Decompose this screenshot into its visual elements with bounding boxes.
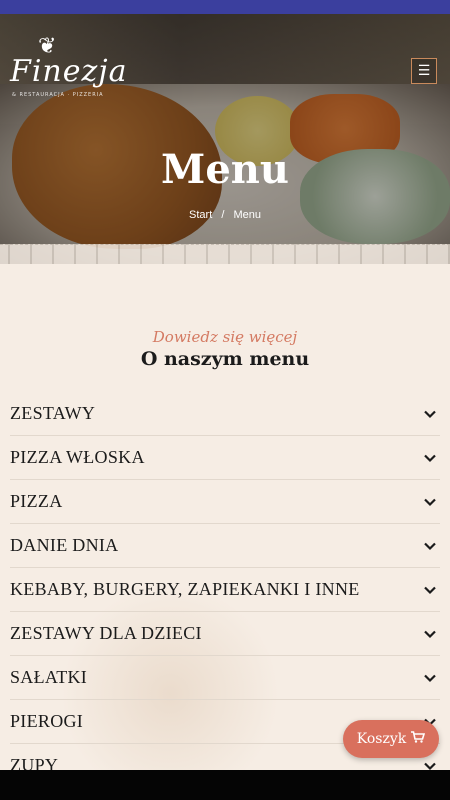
site-logo[interactable]: ❦ Finezja & RESTAURACJA · PIZZERIA [8,30,126,105]
accordion-item-pizza-wloska[interactable]: PIZZA WŁOSKA [10,436,440,480]
cart-icon [411,731,426,747]
chevron-down-icon [424,408,436,420]
logo-tagline: & RESTAURACJA · PIZZERIA [12,92,104,98]
section-title: O naszym menu [140,348,310,370]
status-bar [0,0,450,14]
accordion-item-danie-dnia[interactable]: DANIE DNIA [10,524,440,568]
breadcrumb-current: Menu [233,209,261,221]
chevron-down-icon [424,628,436,640]
accordion-label: PIZZA [10,491,63,511]
accordion-label: ZESTAWY [10,403,96,423]
accordion-label: DANIE DNIA [10,535,119,555]
logo-text: Finezja [10,54,128,89]
accordion-item-salatki[interactable]: SAŁATKI [10,656,440,700]
accordion-label: PIZZA WŁOSKA [10,447,145,467]
accordion-item-pizza[interactable]: PIZZA [10,480,440,524]
lace-divider [0,244,450,264]
cart-button[interactable]: Koszyk [343,720,439,758]
accordion-item-kebaby[interactable]: KEBABY, BURGERY, ZAPIEKANKI I INNE [10,568,440,612]
cart-label: Koszyk [356,731,407,747]
accordion-label: PIEROGI [10,711,84,731]
menu-toggle-button[interactable]: ☰ [411,58,437,84]
chevron-down-icon [424,496,436,508]
accordion-label: SAŁATKI [10,667,88,687]
chevron-down-icon [424,540,436,552]
chevron-down-icon [424,452,436,464]
accordion-label: ZESTAWY DLA DZIECI [10,623,202,643]
chevron-down-icon [424,672,436,684]
accordion-item-zestawy-dla-dzieci[interactable]: ZESTAWY DLA DZIECI [10,612,440,656]
accordion-label: KEBABY, BURGERY, ZAPIEKANKI I INNE [10,579,360,599]
chevron-down-icon [424,584,436,596]
breadcrumb-separator: / [221,209,225,221]
section-subtitle: Dowiedz się więcej [152,328,298,346]
breadcrumb: Start / Menu [0,209,450,221]
page-title: Menu [161,146,289,193]
navigation-bar [0,770,450,800]
accordion-item-zestawy[interactable]: ZESTAWY [10,392,440,436]
breadcrumb-start-link[interactable]: Start [189,209,212,221]
hamburger-icon: ☰ [417,63,431,79]
